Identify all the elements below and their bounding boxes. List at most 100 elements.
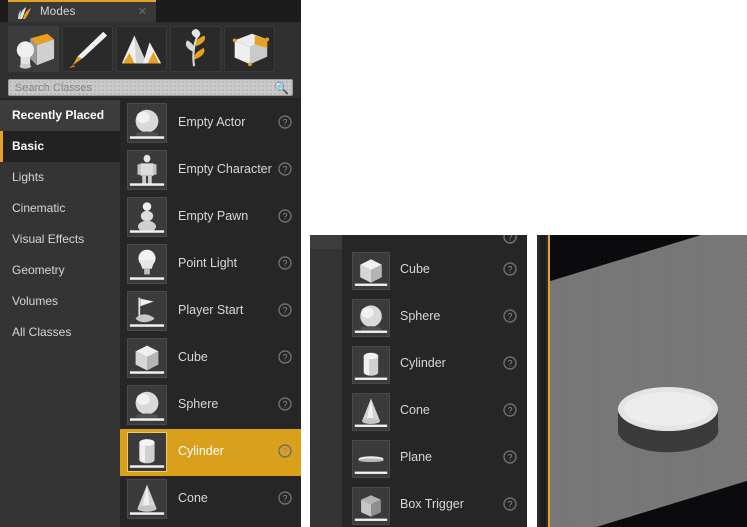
popup-row[interactable]: Plane? bbox=[342, 436, 527, 483]
svg-text:?: ? bbox=[507, 311, 512, 321]
paintbrush-icon bbox=[68, 31, 108, 69]
category-item-volumes[interactable]: Volumes bbox=[0, 286, 120, 317]
svg-text:?: ? bbox=[282, 258, 287, 268]
category-list: Recently Placed Basic Lights Cinematic Visua… bbox=[0, 100, 120, 527]
asset-row[interactable]: Cylinder? bbox=[120, 429, 301, 476]
sphere-thumb-icon bbox=[352, 299, 390, 337]
cylinder-thumb-icon bbox=[127, 432, 167, 472]
cone-thumb-icon bbox=[352, 393, 390, 431]
cube-thumb-icon bbox=[352, 252, 390, 290]
help-circle-icon[interactable]: ? bbox=[278, 491, 292, 505]
modes-panel: Modes ✕ Search Classes 🔍 Recently Placed… bbox=[0, 0, 301, 527]
viewport-gutter-inner bbox=[540, 235, 546, 527]
landscape-mountain-icon bbox=[121, 35, 162, 64]
place-mode-button[interactable] bbox=[8, 26, 59, 72]
popup-row[interactable]: Cylinder? bbox=[342, 342, 527, 389]
category-item-recently-placed[interactable]: Recently Placed bbox=[0, 100, 120, 131]
category-label: All Classes bbox=[12, 325, 72, 339]
landscape-mode-button[interactable] bbox=[116, 26, 167, 72]
asset-row[interactable]: Empty Pawn? bbox=[120, 194, 301, 241]
category-item-lights[interactable]: Lights bbox=[0, 162, 120, 193]
asset-label: Empty Pawn bbox=[178, 209, 249, 223]
search-magnifier-icon: 🔍 bbox=[274, 81, 289, 95]
close-icon[interactable]: ✕ bbox=[138, 5, 147, 18]
svg-text:?: ? bbox=[507, 235, 512, 243]
help-circle-icon[interactable]: ? bbox=[278, 350, 292, 364]
popup-strip-cap bbox=[310, 235, 342, 249]
svg-text:?: ? bbox=[282, 117, 287, 127]
category-item-cinematic[interactable]: Cinematic bbox=[0, 193, 120, 224]
help-circle-icon[interactable]: ? bbox=[278, 397, 292, 411]
paint-mode-button[interactable] bbox=[62, 26, 113, 72]
svg-text:?: ? bbox=[282, 305, 287, 315]
category-label: Geometry bbox=[12, 263, 65, 277]
cylinder-mesh[interactable] bbox=[612, 377, 724, 465]
viewport-scene[interactable] bbox=[550, 235, 747, 527]
plane-thumb-icon bbox=[352, 440, 390, 478]
help-circle-icon[interactable]: ? bbox=[503, 356, 517, 370]
sphere-thumb-icon bbox=[127, 385, 167, 425]
foliage-leaf-icon bbox=[17, 6, 33, 20]
help-circle-icon[interactable]: ? bbox=[503, 235, 517, 244]
tab-strip: Modes ✕ bbox=[0, 0, 301, 22]
popup-label: Plane bbox=[400, 450, 432, 464]
tab-modes[interactable]: Modes ✕ bbox=[8, 0, 156, 22]
cube-thumb-icon bbox=[127, 338, 167, 378]
asset-label: Empty Character bbox=[178, 162, 272, 176]
help-circle-icon[interactable]: ? bbox=[503, 403, 517, 417]
svg-text:?: ? bbox=[282, 211, 287, 221]
help-circle-icon[interactable]: ? bbox=[278, 162, 292, 176]
asset-label: Player Start bbox=[178, 303, 244, 317]
help-circle-icon[interactable]: ? bbox=[503, 309, 517, 323]
category-label: Lights bbox=[12, 170, 45, 184]
geometry-box-icon bbox=[232, 33, 270, 67]
category-item-visual-effects[interactable]: Visual Effects bbox=[0, 224, 120, 255]
asset-row[interactable]: Player Start? bbox=[120, 288, 301, 335]
popup-strip-texture bbox=[310, 235, 342, 527]
help-circle-icon[interactable]: ? bbox=[278, 303, 292, 317]
help-circle-icon[interactable]: ? bbox=[503, 262, 517, 276]
category-item-all-classes[interactable]: All Classes bbox=[0, 317, 120, 348]
help-circle-icon[interactable]: ? bbox=[503, 450, 517, 464]
category-item-basic[interactable]: Basic bbox=[0, 131, 120, 162]
svg-text:?: ? bbox=[282, 399, 287, 409]
svg-text:?: ? bbox=[282, 352, 287, 362]
svg-text:?: ? bbox=[282, 164, 287, 174]
help-circle-icon[interactable]: ? bbox=[278, 444, 292, 458]
category-label: Visual Effects bbox=[12, 232, 85, 246]
popup-row[interactable]: Cube? bbox=[342, 248, 527, 295]
asset-row[interactable]: Empty Character? bbox=[120, 147, 301, 194]
tab-label: Modes bbox=[40, 6, 76, 18]
asset-row[interactable]: Empty Actor? bbox=[120, 100, 301, 147]
foliage-mode-button[interactable] bbox=[170, 26, 221, 72]
asset-label: Empty Actor bbox=[178, 115, 246, 129]
category-label: Cinematic bbox=[12, 201, 66, 215]
category-item-geometry[interactable]: Geometry bbox=[0, 255, 120, 286]
help-circle-icon[interactable]: ? bbox=[278, 115, 292, 129]
popup-label: Cube bbox=[400, 262, 430, 276]
asset-row[interactable]: Cone? bbox=[120, 476, 301, 523]
popup-row[interactable]: Cone? bbox=[342, 389, 527, 436]
asset-row[interactable]: Sphere? bbox=[120, 382, 301, 429]
asset-label: Cube bbox=[178, 350, 208, 364]
geometry-editing-mode-button[interactable] bbox=[224, 26, 275, 72]
asset-row[interactable]: Point Light? bbox=[120, 241, 301, 288]
help-circle-icon[interactable]: ? bbox=[278, 209, 292, 223]
help-circle-icon[interactable]: ? bbox=[278, 256, 292, 270]
help-circle-icon[interactable]: ? bbox=[503, 497, 517, 511]
mode-toolbar bbox=[0, 22, 301, 76]
asset-row[interactable]: Cube? bbox=[120, 335, 301, 382]
search-row: Search Classes 🔍 bbox=[0, 76, 301, 98]
search-input[interactable]: Search Classes 🔍 bbox=[8, 79, 293, 96]
placement-popup-list: ? Cube? Sphere? Cylinder? Cone? Plane? Box Tr… bbox=[342, 235, 527, 527]
category-label: Basic bbox=[12, 139, 45, 153]
asset-label: Cone bbox=[178, 491, 208, 505]
popup-row[interactable]: Sphere? bbox=[342, 295, 527, 342]
foliage-leaf-icon bbox=[185, 28, 206, 67]
pointlight-thumb-icon bbox=[127, 244, 167, 284]
svg-text:?: ? bbox=[282, 446, 287, 456]
popup-row[interactable]: Box Trigger? bbox=[342, 483, 527, 527]
viewport-panel[interactable] bbox=[537, 235, 747, 527]
popup-label: Cylinder bbox=[400, 356, 446, 370]
asset-label: Cylinder bbox=[178, 444, 224, 458]
